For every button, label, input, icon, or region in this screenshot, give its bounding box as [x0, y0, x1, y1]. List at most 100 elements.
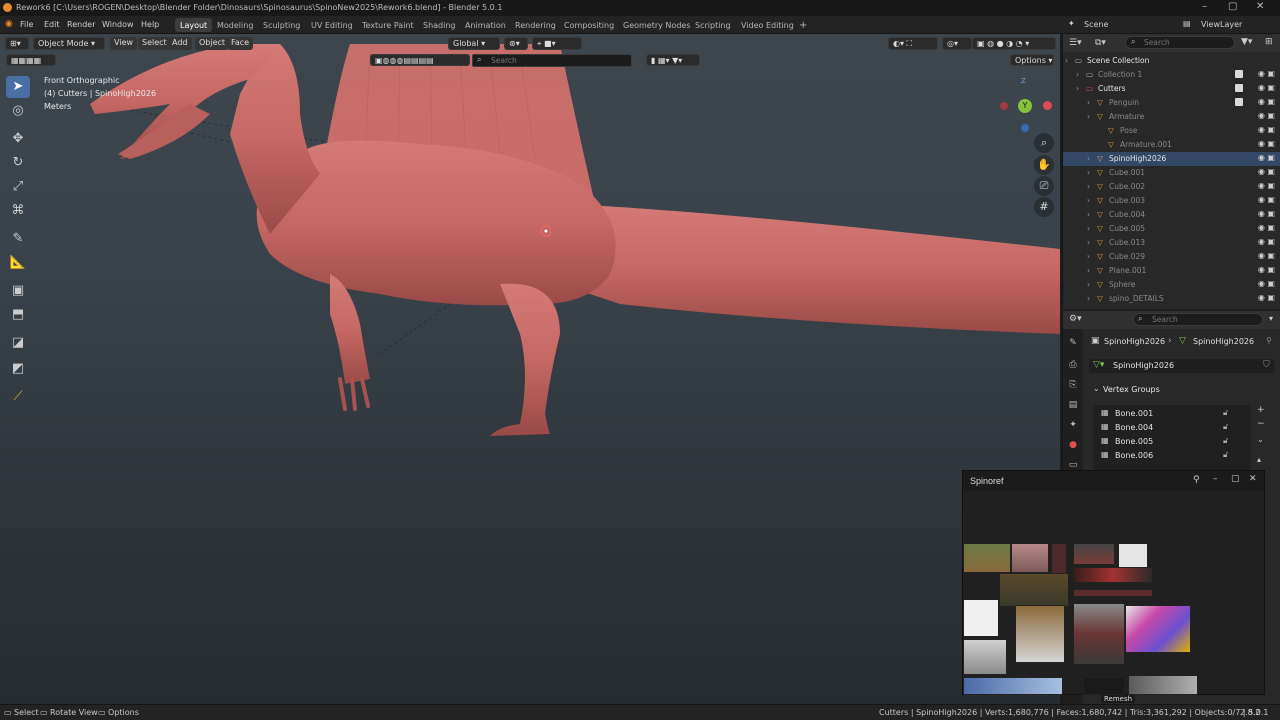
expand-chevron-icon[interactable]: › [1087, 112, 1090, 121]
pin-window-icon[interactable]: ⚲ [1193, 475, 1200, 485]
world-tab-icon[interactable]: ● [1067, 439, 1079, 451]
editor-type-icon[interactable]: ⊞▾ [5, 37, 29, 50]
mesh-name-field[interactable]: ▽▾ SpinoHigh2026 [1089, 359, 1275, 373]
tab-sculpting[interactable]: Sculpting [258, 18, 305, 32]
select-tool-icon[interactable]: ➤ [6, 76, 30, 98]
gizmo-x-icon[interactable] [1043, 101, 1052, 110]
outliner-row[interactable]: › ▽ spino_DETAILS ◉ ▣ [1063, 292, 1280, 306]
move-tool-icon[interactable]: ✥ [6, 128, 30, 150]
include-checkbox[interactable] [1235, 98, 1243, 106]
tab-modeling[interactable]: Modeling [212, 18, 258, 32]
inset-tool-icon[interactable]: ◪ [6, 332, 30, 354]
outliner-search-input[interactable]: Search [1125, 36, 1235, 49]
view-layer-tab-icon[interactable]: ▤ [1067, 399, 1079, 411]
lock-icon[interactable]: 🔓︎ [1223, 422, 1228, 432]
visibility-toggle-icon[interactable]: ◉ ▣ [1258, 293, 1275, 302]
expand-chevron-icon[interactable]: › [1087, 168, 1090, 177]
pin-icon[interactable]: ⚲ [1266, 336, 1272, 345]
outliner-row[interactable]: › ▽ Cube.001 ◉ ▣ [1063, 166, 1280, 180]
visibility-toggle-icon[interactable]: ◉ ▣ [1258, 209, 1275, 218]
gizmo-y-icon[interactable]: Y [1018, 99, 1032, 113]
menu-object[interactable]: Object [195, 37, 230, 50]
reference-thumbnail[interactable] [1118, 543, 1148, 569]
outliner-row[interactable]: › ▽ SpinoHigh2026 ◉ ▣ [1063, 152, 1280, 166]
select-mode-icons[interactable]: ▦▦▦▦ [6, 54, 56, 66]
lock-icon[interactable]: 🔓︎ [1223, 408, 1228, 418]
render-tab-icon[interactable]: ⎙ [1067, 359, 1079, 371]
outliner-editor-icon[interactable]: ☰▾ [1069, 38, 1082, 48]
panel-options-icon[interactable]: ▾ [1269, 314, 1273, 323]
properties-editor-icon[interactable]: ⚙▾ [1069, 314, 1082, 324]
maximize-icon[interactable]: ▢ [1228, 1, 1237, 12]
reference-thumbnail[interactable] [1083, 677, 1125, 695]
expand-chevron-icon[interactable]: › [1076, 84, 1079, 93]
outliner-row[interactable]: ▽ Pose ◉ ▣ [1063, 124, 1280, 138]
tab-shading[interactable]: Shading [418, 18, 461, 32]
tool-tab-icon[interactable]: ✎ [1067, 337, 1079, 349]
view-object-types-icon[interactable]: ◐▾ ⛶ [888, 37, 938, 50]
visibility-toggle-icon[interactable]: ◉ ▣ [1258, 153, 1275, 162]
add-cube-tool-icon[interactable]: ▣ [6, 280, 30, 302]
rotate-tool-icon[interactable]: ↻ [6, 152, 30, 174]
outliner-row[interactable]: › ▽ Cube.003 ◉ ▣ [1063, 194, 1280, 208]
menu-edit[interactable]: Edit [44, 20, 60, 29]
tab-video-editing[interactable]: Video Editing [736, 18, 799, 32]
expand-chevron-icon[interactable]: › [1087, 196, 1090, 205]
filter-icon[interactable]: ▼▾ [1241, 37, 1252, 47]
overlays-icon[interactable]: ◎▾ [942, 37, 972, 50]
reference-thumbnail[interactable] [963, 639, 1007, 675]
visibility-toggle-icon[interactable]: ◉ ▣ [1258, 97, 1275, 106]
specials-menu-icon[interactable]: ⌄ [1257, 435, 1264, 444]
include-checkbox[interactable] [1235, 84, 1243, 92]
mode-dropdown[interactable]: Object Mode ▾ [33, 37, 105, 50]
visibility-toggle-icon[interactable]: ◉ ▣ [1258, 69, 1275, 78]
3d-viewport[interactable]: ⊞▾ Object Mode ▾ View Select Add Object … [0, 34, 1060, 704]
outliner-row[interactable]: › ▽ Plane.001 ◉ ▣ [1063, 264, 1280, 278]
visibility-toggle-icon[interactable]: ◉ ▣ [1258, 139, 1275, 148]
fake-user-icon[interactable]: ⛉ [1263, 360, 1270, 370]
menu-help[interactable]: Help [141, 20, 159, 29]
close-icon[interactable]: ✕ [1249, 474, 1257, 484]
vertex-groups-panel-header[interactable]: ⌄ Vertex Groups [1089, 383, 1275, 397]
reference-thumbnail[interactable] [1073, 567, 1153, 583]
ortho-grid-icon[interactable]: # [1034, 197, 1054, 217]
outliner-row[interactable]: › ▽ Cube.005 ◉ ▣ [1063, 222, 1280, 236]
lock-icon[interactable]: 🔓︎ [1223, 436, 1228, 446]
options-dropdown[interactable]: Options ▾ [1010, 54, 1054, 66]
reference-thumbnail[interactable] [1125, 605, 1191, 653]
expand-chevron-icon[interactable]: › [1087, 252, 1090, 261]
camera-view-icon[interactable]: ⎚ [1034, 176, 1054, 196]
orientation-dropdown[interactable]: Global ▾ [448, 37, 500, 50]
expand-chevron-icon[interactable]: › [1087, 238, 1090, 247]
properties-search-input[interactable]: Search [1133, 313, 1263, 326]
visibility-toggle-icon[interactable]: ◉ ▣ [1258, 111, 1275, 120]
lock-icon[interactable]: 🔓︎ [1223, 450, 1228, 460]
vertex-group-item[interactable]: ▦ Bone.001 🔓︎ [1099, 407, 1279, 421]
tab-animation[interactable]: Animation [460, 18, 511, 32]
expand-chevron-icon[interactable]: › [1087, 280, 1090, 289]
maximize-icon[interactable]: ▢ [1231, 474, 1240, 484]
reference-thumbnail[interactable] [1015, 605, 1065, 663]
outliner-row[interactable]: › ▭ Collection 1 ◉ ▣ [1063, 68, 1280, 82]
visibility-toggle-icon[interactable]: ◉ ▣ [1258, 195, 1275, 204]
add-group-icon[interactable]: + [1257, 405, 1265, 415]
pan-hand-icon[interactable]: ✋ [1034, 155, 1054, 175]
reference-thumbnail[interactable] [1073, 543, 1115, 565]
menu-view[interactable]: View [110, 37, 137, 50]
reference-thumbnail[interactable] [1073, 603, 1125, 665]
expand-chevron-icon[interactable]: › [1087, 154, 1090, 163]
expand-chevron-icon[interactable]: › [1087, 224, 1090, 233]
output-tab-icon[interactable]: ⎘ [1067, 379, 1079, 391]
visibility-toggle-icon[interactable]: ◉ ▣ [1258, 237, 1275, 246]
view-layer-selector[interactable]: ViewLayer [1201, 20, 1242, 29]
measure-tool-icon[interactable]: 📐 [6, 252, 30, 274]
outliner-row[interactable]: › ▽ Penguin ◉ ▣ [1063, 96, 1280, 110]
reference-thumbnail[interactable] [963, 677, 1063, 695]
reference-image-window[interactable]: Spinoref ⚲ – ▢ ✕ Remesh [962, 470, 1265, 703]
shading-mode-icons[interactable]: ▣ ◍ ● ◑ ◔ ▾ [972, 37, 1056, 50]
expand-chevron-icon[interactable]: › [1087, 266, 1090, 275]
knife-tool-icon[interactable]: ⟋ [6, 386, 30, 408]
reference-thumbnail[interactable] [1011, 543, 1049, 573]
vertex-group-item[interactable]: ▦ Bone.006 🔓︎ [1099, 449, 1279, 463]
outliner-row[interactable]: › ▽ Armature ◉ ▣ [1063, 110, 1280, 124]
